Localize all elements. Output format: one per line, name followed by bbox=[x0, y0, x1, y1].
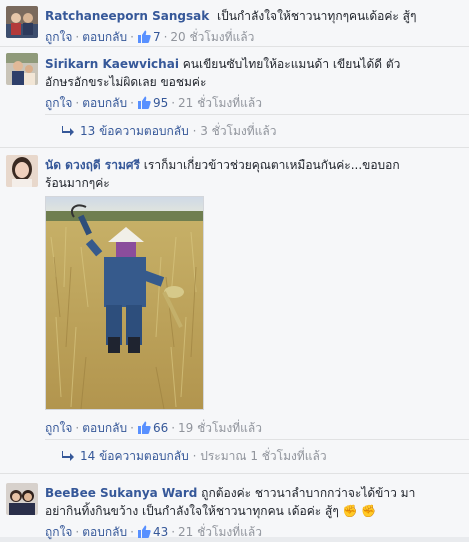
comment-text: คนเขียนซับไทยให้อะแมนด้า เขียนได้ดี ตัว bbox=[182, 57, 401, 71]
thumbs-up-icon bbox=[137, 96, 151, 109]
comment-author[interactable]: นัด ดวงฤดี รามศรี bbox=[45, 158, 140, 172]
comment-item: นัด ดวงฤดี รามศรี เราก็มาเกี่ยวข้าวช่วยค… bbox=[0, 148, 469, 473]
view-replies-link[interactable]: 14 ข้อความตอบกลับ · ประมาณ 1 ชั่วโมงที่แ… bbox=[62, 447, 327, 466]
comment-photo[interactable] bbox=[45, 196, 204, 410]
avatar[interactable] bbox=[6, 6, 38, 38]
reply-link[interactable]: ตอบกลับ bbox=[82, 96, 127, 110]
like-count-value: 95 bbox=[152, 96, 169, 110]
reply-arrow-icon bbox=[62, 126, 74, 136]
separator-dot: · bbox=[130, 30, 134, 44]
comment-text-continued: อย่ากินทิ้งกินขว้าง เป็นกำลังใจให้ชาวนาท… bbox=[45, 502, 459, 520]
fist-emoji-icon: ✊ ✊ bbox=[342, 504, 377, 518]
like-count[interactable]: 66 bbox=[137, 421, 168, 435]
reply-arrow-icon bbox=[62, 451, 74, 461]
thumbs-up-icon bbox=[137, 525, 151, 538]
divider bbox=[45, 439, 469, 440]
reply-link[interactable]: ตอบกลับ bbox=[82, 30, 127, 44]
comment-text: เราก็มาเกี่ยวข้าวช่วยคุณตาเหมือนกันค่ะ..… bbox=[143, 158, 400, 172]
like-link[interactable]: ถูกใจ bbox=[45, 30, 72, 44]
comment-time[interactable]: 21 ชั่วโมงที่แล้ว bbox=[178, 96, 262, 110]
comment-text-continued: ร้อนมากๆค่ะ bbox=[45, 176, 110, 190]
view-replies-link[interactable]: 13 ข้อความตอบกลับ · 3 ชั่วโมงที่แล้ว bbox=[62, 122, 277, 141]
replies-time: 3 ชั่วโมงที่แล้ว bbox=[200, 124, 277, 138]
separator-dot: · bbox=[75, 30, 80, 44]
comment-text: เป็นกำลังใจให้ชาวนาทุกๆคนเด้อค่ะ สู้ๆ bbox=[217, 9, 417, 23]
comment-time[interactable]: 19 ชั่วโมงที่แล้ว bbox=[178, 421, 262, 435]
separator-dot: · bbox=[75, 96, 80, 110]
reply-link[interactable]: ตอบกลับ bbox=[82, 421, 127, 435]
separator-dot: · bbox=[130, 96, 134, 110]
comment-author[interactable]: BeeBee Sukanya Ward bbox=[45, 486, 197, 500]
separator-dot: · bbox=[163, 30, 168, 44]
thumbs-up-icon bbox=[137, 30, 151, 43]
avatar[interactable] bbox=[6, 53, 38, 85]
divider bbox=[45, 114, 469, 115]
separator-dot: · bbox=[75, 421, 80, 435]
comment-text: ถูกต้องค่ะ ชาวนาลำบากกว่าจะได้ข้าว มา bbox=[201, 486, 416, 500]
comment-author[interactable]: Ratchaneeporn Sangsak bbox=[45, 9, 209, 23]
like-link[interactable]: ถูกใจ bbox=[45, 421, 72, 435]
comment-item: Sirikarn Kaewvichai คนเขียนซับไทยให้อะแม… bbox=[0, 47, 469, 147]
comment-text-continued: อักษรอักขระไม่ผิดเลย ขอชมค่ะ bbox=[45, 75, 207, 89]
like-count[interactable]: 95 bbox=[137, 96, 168, 110]
comment-text-line: อย่ากินทิ้งกินขว้าง เป็นกำลังใจให้ชาวนาท… bbox=[45, 504, 339, 518]
like-count[interactable]: 7 bbox=[137, 30, 161, 44]
comment-item: Ratchaneeporn Sangsak เป็นกำลังใจให้ชาวน… bbox=[0, 0, 469, 46]
like-count-value: 7 bbox=[152, 30, 161, 44]
replies-count[interactable]: 13 ข้อความตอบกลับ bbox=[80, 124, 189, 138]
like-count-value: 66 bbox=[152, 421, 169, 435]
comment-time[interactable]: 20 ชั่วโมงที่แล้ว bbox=[170, 30, 254, 44]
replies-count[interactable]: 14 ข้อความตอบกลับ bbox=[80, 449, 189, 463]
comment-author[interactable]: Sirikarn Kaewvichai bbox=[45, 57, 179, 71]
separator-dot: · bbox=[171, 421, 176, 435]
thumbs-up-icon bbox=[137, 421, 151, 434]
separator-dot: · bbox=[171, 96, 176, 110]
separator-dot: · bbox=[130, 421, 134, 435]
like-link[interactable]: ถูกใจ bbox=[45, 96, 72, 110]
comment-item: BeeBee Sukanya Ward ถูกต้องค่ะ ชาวนาลำบา… bbox=[0, 474, 469, 539]
avatar[interactable] bbox=[6, 483, 38, 515]
replies-time: ประมาณ 1 ชั่วโมงที่แล้ว bbox=[200, 449, 327, 463]
avatar[interactable] bbox=[6, 155, 38, 187]
